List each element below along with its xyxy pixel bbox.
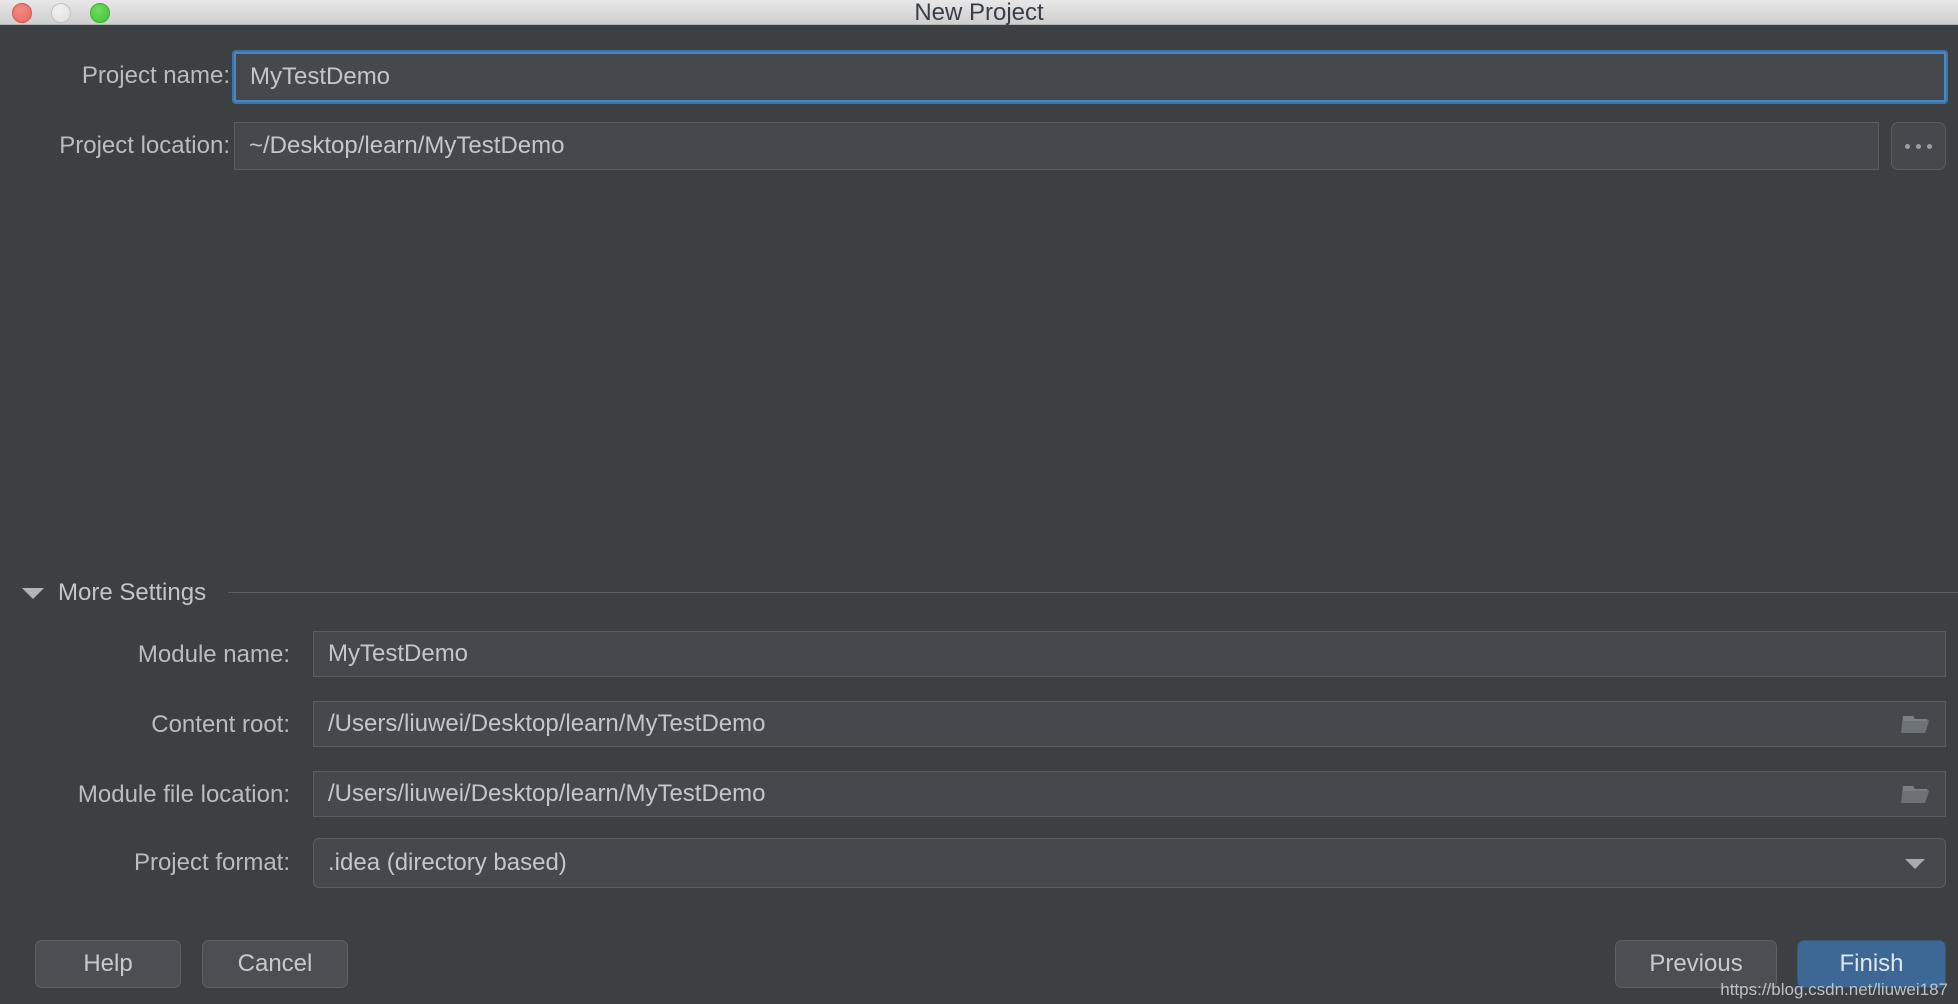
browse-location-button[interactable] bbox=[1891, 122, 1946, 170]
project-format-value: .idea (directory based) bbox=[328, 849, 567, 876]
help-button[interactable]: Help bbox=[35, 940, 181, 988]
module-file-location-label: Module file location: bbox=[77, 781, 290, 808]
content-root-value: /Users/liuwei/Desktop/learn/MyTestDemo bbox=[328, 710, 766, 737]
project-format-label: Project format: bbox=[133, 849, 290, 876]
more-settings-separator bbox=[228, 592, 1958, 593]
module-file-location-value: /Users/liuwei/Desktop/learn/MyTestDemo bbox=[328, 780, 766, 807]
project-location-label: Project location: bbox=[59, 132, 230, 159]
chevron-down-icon bbox=[22, 587, 44, 599]
project-name-input[interactable]: MyTestDemo bbox=[234, 52, 1946, 102]
window-titlebar: New Project bbox=[0, 0, 1958, 25]
ellipsis-dot-icon bbox=[1916, 143, 1921, 149]
project-name-label: Project name: bbox=[81, 62, 230, 89]
folder-icon[interactable] bbox=[1901, 712, 1931, 736]
chevron-down-icon bbox=[1905, 859, 1925, 869]
content-root-label: Content root: bbox=[151, 711, 290, 738]
folder-icon[interactable] bbox=[1901, 782, 1931, 806]
project-format-select[interactable]: .idea (directory based) bbox=[313, 838, 1946, 888]
content-root-input[interactable]: /Users/liuwei/Desktop/learn/MyTestDemo bbox=[313, 701, 1946, 747]
ellipsis-dot-icon bbox=[1905, 143, 1910, 149]
ellipsis-dot-icon bbox=[1927, 143, 1932, 149]
watermark-text: https://blog.csdn.net/liuwei187 bbox=[1720, 980, 1948, 999]
cancel-button[interactable]: Cancel bbox=[202, 940, 348, 988]
project-location-input[interactable]: ~/Desktop/learn/MyTestDemo bbox=[234, 122, 1879, 170]
window-title: New Project bbox=[914, 0, 1044, 25]
module-file-location-input[interactable]: /Users/liuwei/Desktop/learn/MyTestDemo bbox=[313, 771, 1946, 817]
new-project-dialog: New Project Project name: MyTestDemo Pro… bbox=[0, 0, 1958, 1004]
more-settings-toggle[interactable]: More Settings bbox=[22, 578, 206, 608]
more-settings-label: More Settings bbox=[58, 579, 207, 606]
module-name-label: Module name: bbox=[137, 641, 290, 668]
module-name-input[interactable]: MyTestDemo bbox=[313, 631, 1946, 677]
